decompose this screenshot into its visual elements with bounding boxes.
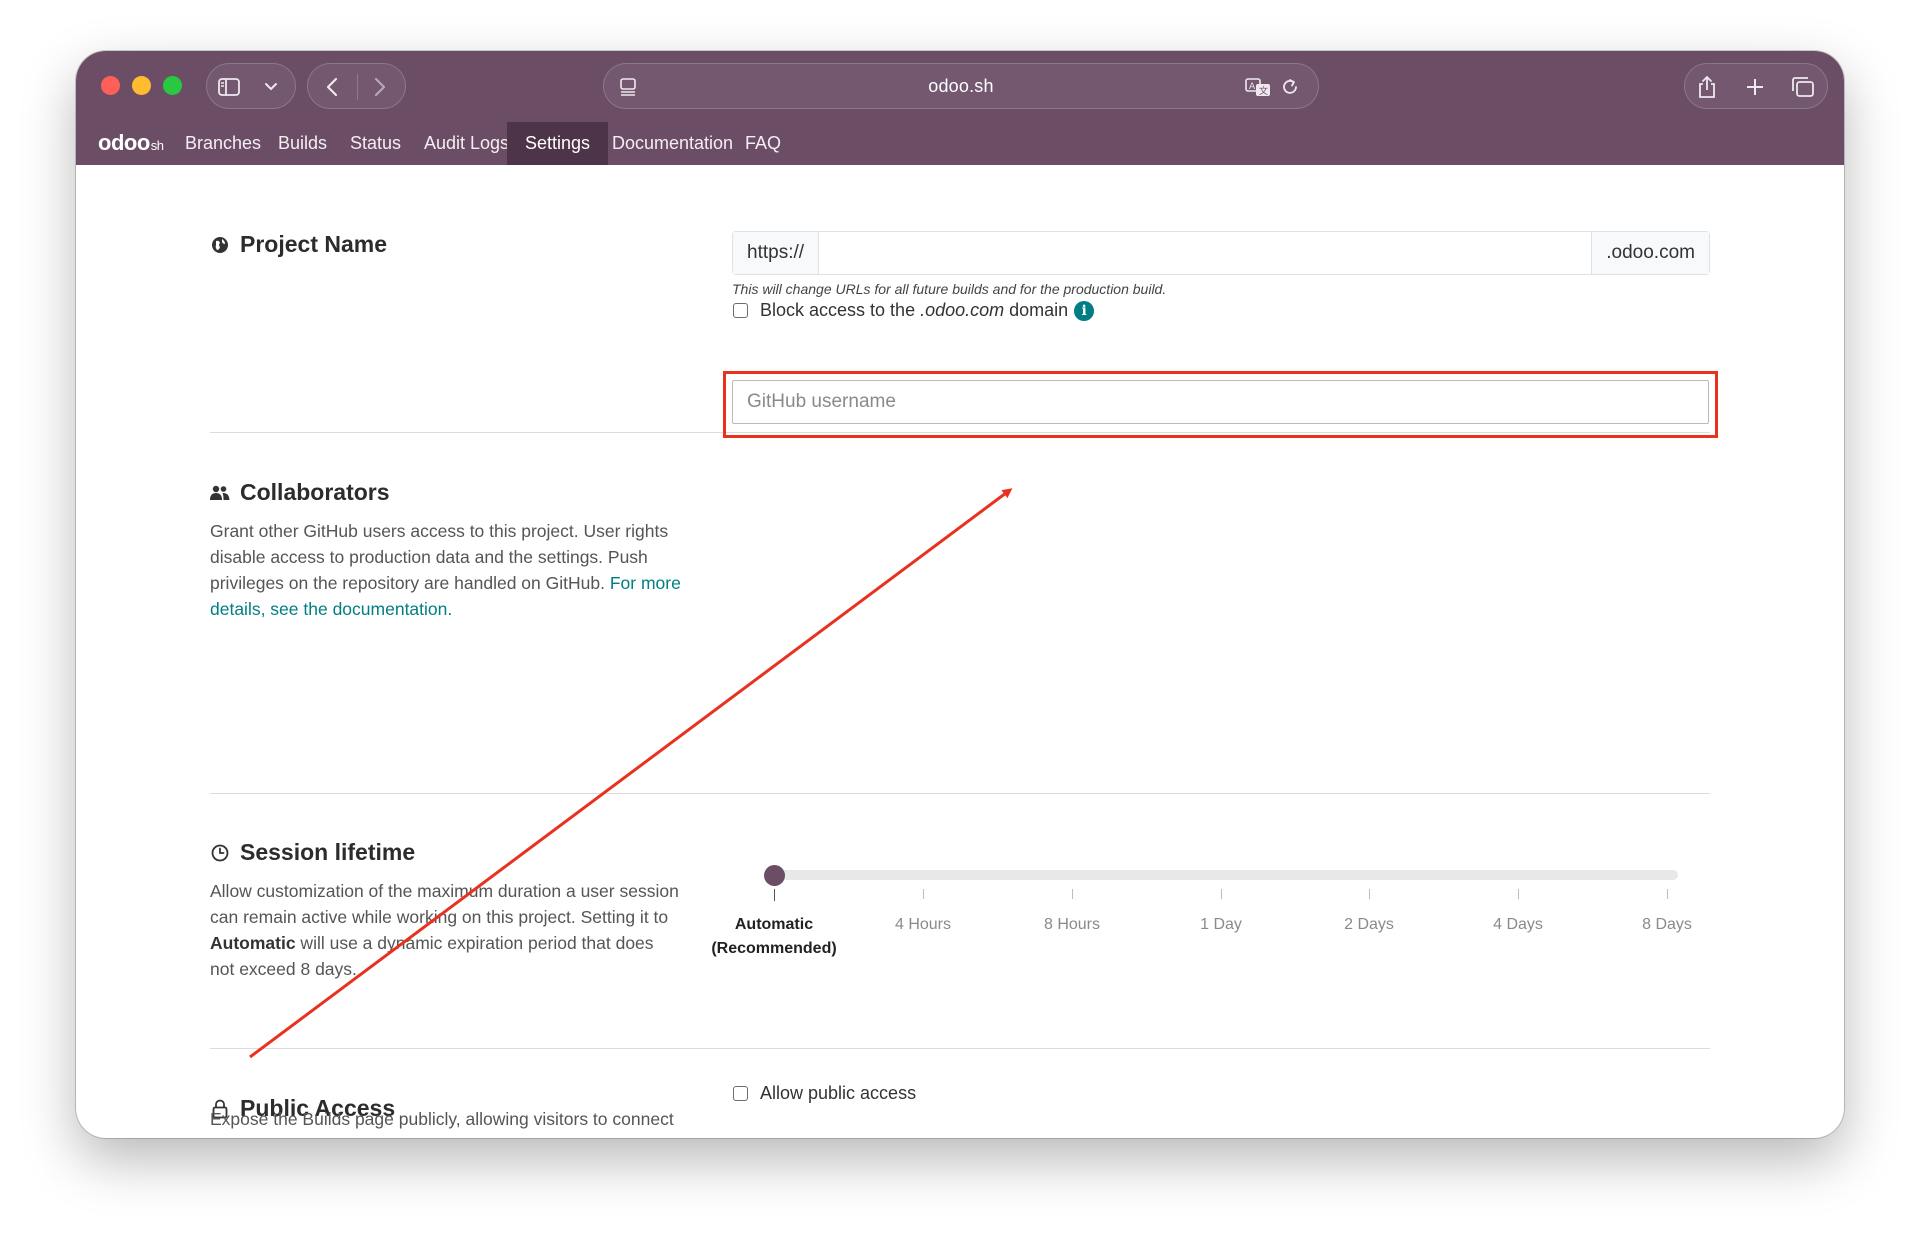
- slider-tick: [1221, 889, 1222, 899]
- odoo-sh-logo[interactable]: odoosh: [98, 130, 164, 156]
- reload-icon[interactable]: [1278, 76, 1302, 98]
- option-label: 2 Days: [1344, 916, 1394, 933]
- session-lifetime-description: Allow customization of the maximum durat…: [210, 878, 680, 982]
- new-tab-icon[interactable]: [1742, 74, 1768, 100]
- collaborators-heading: Collaborators: [210, 479, 390, 506]
- chevron-down-icon[interactable]: [261, 77, 281, 97]
- slider-tick: [923, 889, 924, 899]
- forward-icon[interactable]: [368, 75, 392, 99]
- public-access-description-text: Expose the Builds page publicly, allowin…: [210, 1109, 674, 1138]
- logo-main-text: odoo: [98, 130, 150, 155]
- slider-tick: [1667, 889, 1668, 899]
- section-title-text: Project Name: [240, 231, 388, 257]
- option-label: 4 Hours: [894, 916, 952, 933]
- share-icon[interactable]: [1693, 73, 1721, 101]
- back-icon[interactable]: [320, 75, 344, 99]
- address-bar[interactable]: odoo.sh A文: [603, 63, 1319, 109]
- slider-tick: [1072, 889, 1073, 899]
- slider-option-4-days[interactable]: 4 Days: [1443, 913, 1593, 937]
- slider-tick: [1369, 889, 1370, 899]
- browser-toolbar: odoo.sh A文 odoosh Branches Builds Status…: [76, 51, 1844, 165]
- nav-faq[interactable]: FAQ: [727, 122, 799, 165]
- section-title-text: Session lifetime: [240, 839, 416, 865]
- collaborators-description: Grant other GitHub users access to this …: [210, 518, 690, 622]
- option-label: 4 Days: [1493, 916, 1543, 933]
- window-tools-group: [1684, 63, 1828, 109]
- nav-label: Settings: [525, 133, 591, 153]
- sidebar-toggle-group: [206, 63, 296, 109]
- nav-label: Documentation: [612, 133, 734, 153]
- nav-label: FAQ: [745, 133, 782, 153]
- slider-track[interactable]: [773, 870, 1678, 880]
- page-menu-icon[interactable]: [616, 75, 640, 99]
- users-icon: [210, 485, 230, 501]
- nav-divider: [357, 74, 358, 100]
- section-title-text: Collaborators: [240, 479, 390, 505]
- app-navbar: odoosh Branches Builds Status Audit Logs…: [76, 122, 1844, 165]
- collaborators-description-text: Grant other GitHub users access to this …: [210, 521, 669, 593]
- block-access-label-pre: Block access to the: [760, 300, 921, 320]
- public-access-label: Allow public access: [760, 1083, 917, 1103]
- option-label: Automatic: [734, 916, 814, 933]
- nav-label: Builds: [278, 133, 328, 153]
- public-access-checkbox[interactable]: [733, 1086, 748, 1101]
- address-text: odoo.sh: [928, 75, 994, 96]
- slider-option-8-days[interactable]: 8 Days: [1592, 913, 1742, 937]
- option-label: 8 Days: [1642, 916, 1692, 933]
- section-divider: [210, 1048, 1710, 1049]
- slider-tick: [774, 889, 775, 901]
- project-name-heading: Project Name: [210, 231, 387, 258]
- recommended-note: (Recommended): [711, 940, 837, 957]
- option-label: 1 Day: [1200, 916, 1242, 933]
- tab-overview-icon[interactable]: [1789, 74, 1817, 100]
- svg-text:文: 文: [1259, 85, 1268, 97]
- public-access-description: Expose the Builds page publicly, allowin…: [210, 1106, 690, 1138]
- info-icon[interactable]: i: [1074, 300, 1095, 321]
- slider-option-2-days[interactable]: 2 Days: [1294, 913, 1444, 937]
- slider-thumb[interactable]: [764, 865, 785, 886]
- minimize-window-button[interactable]: [132, 76, 151, 95]
- svg-text:A: A: [1249, 82, 1256, 92]
- slider-option-4-hours[interactable]: 4 Hours: [848, 913, 998, 937]
- slider-option-8-hours[interactable]: 8 Hours: [997, 913, 1147, 937]
- project-name-input[interactable]: [819, 232, 1592, 274]
- nav-settings[interactable]: Settings: [507, 122, 609, 165]
- block-access-label-post: domain: [1004, 300, 1069, 320]
- zoom-window-button[interactable]: [163, 76, 182, 95]
- project-url-hint: This will change URLs for all future bui…: [732, 281, 1167, 297]
- block-access-option[interactable]: Block access to the .odoo.com domain i: [733, 300, 1095, 321]
- nav-label: Audit Logs: [424, 133, 510, 153]
- block-access-domain: .odoo.com: [920, 300, 1005, 320]
- slider-option-automatic[interactable]: Automatic (Recommended): [699, 913, 849, 961]
- history-nav-group: [307, 63, 406, 109]
- browser-window: odoo.sh A文 odoosh Branches Builds Status…: [76, 51, 1844, 1138]
- session-desc-bold: Automatic: [210, 933, 296, 953]
- translate-icon[interactable]: A文: [1244, 75, 1272, 99]
- slider-option-1-day[interactable]: 1 Day: [1146, 913, 1296, 937]
- block-access-checkbox[interactable]: [733, 303, 748, 318]
- session-lifetime-heading: Session lifetime: [210, 839, 415, 866]
- url-suffix: .odoo.com: [1591, 232, 1709, 274]
- url-prefix: https://: [733, 232, 820, 274]
- close-window-button[interactable]: [101, 76, 120, 95]
- session-desc-part1: Allow customization of the maximum durat…: [210, 881, 679, 927]
- project-url-group: https:// .odoo.com: [732, 231, 1710, 275]
- clock-icon: [210, 844, 230, 862]
- nav-label: Branches: [185, 133, 262, 153]
- sidebar-icon[interactable]: [217, 75, 241, 99]
- public-access-option[interactable]: Allow public access: [733, 1083, 916, 1104]
- nav-label: Status: [350, 133, 402, 153]
- settings-page: Project Name https:// .odoo.com This wil…: [76, 165, 1844, 1138]
- logo-sub-text: sh: [150, 138, 164, 153]
- globe-icon: [210, 236, 230, 254]
- github-username-input[interactable]: [732, 380, 1709, 424]
- option-label: 8 Hours: [1043, 916, 1101, 933]
- slider-tick: [1518, 889, 1519, 899]
- section-divider: [210, 793, 1710, 794]
